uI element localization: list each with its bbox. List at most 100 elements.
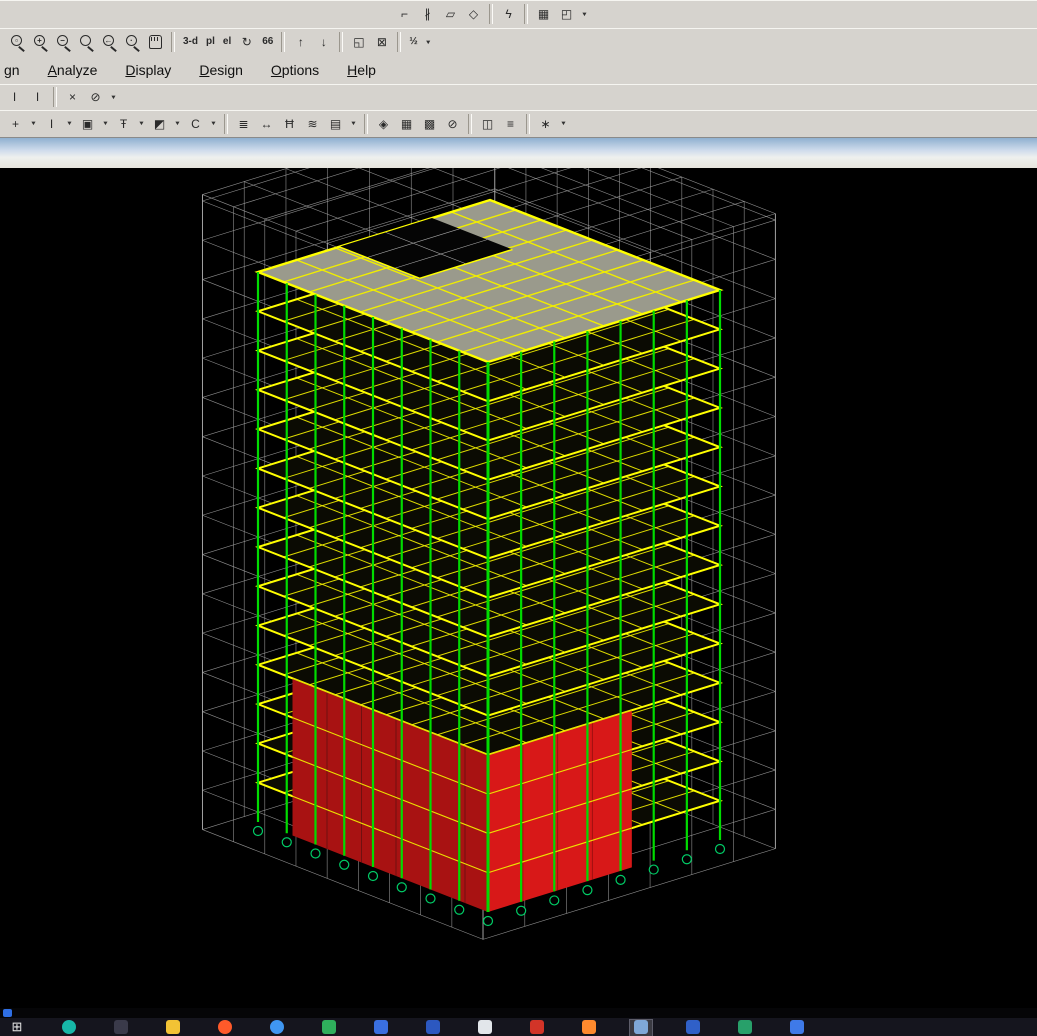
rotate-view-icon[interactable]: ↻ xyxy=(236,32,257,53)
taskbar-icon-firefox[interactable] xyxy=(214,1020,236,1036)
menu-item-display[interactable]: Display xyxy=(123,60,173,80)
auto-mesh-icon[interactable]: ▦ xyxy=(396,113,417,134)
draw-polyline-icon[interactable]: ⌐ xyxy=(394,4,415,25)
line-load-dropdown[interactable] xyxy=(208,113,219,134)
object-view-options-icon[interactable]: ⊠ xyxy=(371,32,392,53)
taskbar-icon-teal-app[interactable] xyxy=(58,1020,80,1036)
toolbar-separator[interactable] xyxy=(224,114,228,134)
zoom-extents-icon[interactable] xyxy=(76,32,97,53)
zoom-out-icon[interactable]: − xyxy=(53,32,74,53)
etabs-application-window: ⌐ ∦ ▱ ◇ ϟ ▦ ◰ ▫ + − xyxy=(0,0,1037,1036)
taskbar-icon-word[interactable] xyxy=(370,1020,392,1036)
frame-assign-icon[interactable]: I xyxy=(41,113,62,134)
load-pattern-dropdown[interactable] xyxy=(348,113,359,134)
delete-special-icon[interactable]: ⊘ xyxy=(85,87,106,108)
fraction-display-icon[interactable]: ½ xyxy=(406,32,420,53)
zoom-previous-icon[interactable]: ← xyxy=(99,32,120,53)
taskbar-icon-dark-app[interactable] xyxy=(110,1020,132,1036)
toolbar-separator[interactable] xyxy=(397,32,401,52)
draw-slab-icon[interactable]: ▦ xyxy=(533,4,554,25)
draw-wall-icon[interactable]: ◰ xyxy=(556,4,577,25)
view-more-dropdown[interactable] xyxy=(423,32,434,53)
view-3d-icon[interactable]: 3-d xyxy=(180,32,201,53)
frame-section-icon[interactable]: I xyxy=(4,87,25,108)
toolbar-edit: I I × ⊘ xyxy=(0,84,1037,111)
edit-more-dropdown[interactable] xyxy=(108,87,119,108)
menu-item-analyze[interactable]: Analyze xyxy=(46,60,100,80)
snap-options-icon[interactable]: ∗ xyxy=(535,113,556,134)
status-icon[interactable] xyxy=(3,1009,12,1017)
taskbar-icon-light-app[interactable] xyxy=(474,1020,496,1036)
joint-assign-dropdown[interactable] xyxy=(28,113,39,134)
shell-assign-dropdown[interactable] xyxy=(100,113,111,134)
zoom-selection-icon[interactable]: · xyxy=(122,32,143,53)
taskbar-icon-browser[interactable] xyxy=(266,1020,288,1036)
toolbar-assign: + I ▣ Ŧ ◩ C ≣ ↔ xyxy=(0,110,1037,138)
zoom-in-icon[interactable]: + xyxy=(30,32,51,53)
tendon-assign-dropdown[interactable] xyxy=(136,113,147,134)
taskbar-icon-red-app[interactable] xyxy=(526,1020,548,1036)
tendon-assign-icon[interactable]: Ŧ xyxy=(113,113,134,134)
move-up-story-icon[interactable]: ↑ xyxy=(290,32,311,53)
plan-view-icon[interactable]: pl xyxy=(203,32,218,53)
taskbar-icon-blue-app[interactable] xyxy=(422,1020,444,1036)
frame-assign-dropdown[interactable] xyxy=(64,113,75,134)
toolbar-separator[interactable] xyxy=(526,114,530,134)
move-down-story-icon[interactable]: ↓ xyxy=(313,32,334,53)
menu-item-assign-partial[interactable]: gn xyxy=(2,60,22,80)
toolbar-separator[interactable] xyxy=(171,32,175,52)
taskbar-icon-active-app[interactable] xyxy=(630,1020,652,1036)
clear-mesh-icon[interactable]: ⊘ xyxy=(442,113,463,134)
delete-icon[interactable]: × xyxy=(62,87,83,108)
zoom-window-icon[interactable]: ▫ xyxy=(7,32,28,53)
windows-taskbar: ⊞ xyxy=(0,1018,1037,1036)
draw-more-dropdown[interactable] xyxy=(579,4,590,25)
snap-dropdown[interactable] xyxy=(558,113,569,134)
menu-item-help[interactable]: Help xyxy=(345,60,378,80)
taskbar-icon-file-explorer[interactable] xyxy=(162,1020,184,1036)
child-window-title-strip[interactable] xyxy=(0,137,1037,169)
taskbar-icon-orange-app[interactable] xyxy=(578,1020,600,1036)
shell-assign-icon[interactable]: ▣ xyxy=(77,113,98,134)
start-button[interactable]: ⊞ xyxy=(6,1020,28,1036)
toolbar-separator[interactable] xyxy=(524,4,528,24)
building-model-3d-view[interactable] xyxy=(0,168,1037,1008)
quick-draw-icon[interactable]: ϟ xyxy=(498,4,519,25)
area-load-dropdown[interactable] xyxy=(172,113,183,134)
model-viewport-3d[interactable] xyxy=(0,168,1037,1008)
end-offsets-icon[interactable]: Ħ xyxy=(279,113,300,134)
load-pattern-icon[interactable]: ▤ xyxy=(325,113,346,134)
toolbar-separator[interactable] xyxy=(53,87,57,107)
mesh-options-icon[interactable]: ◈ xyxy=(373,113,394,134)
shrink-objects-icon[interactable]: ◱ xyxy=(348,32,369,53)
perspective-toggle-icon[interactable]: 66 xyxy=(259,32,276,53)
toolbar-draw: ⌐ ∦ ▱ ◇ ϟ ▦ ◰ xyxy=(0,0,1037,29)
wall-section-icon[interactable]: I xyxy=(27,87,48,108)
local-axes-icon[interactable]: ≋ xyxy=(302,113,323,134)
menu-item-options[interactable]: Options xyxy=(269,60,321,80)
toolbar-separator[interactable] xyxy=(339,32,343,52)
taskbar-icon-excel[interactable] xyxy=(318,1020,340,1036)
draw-frame-icon[interactable]: ∦ xyxy=(417,4,438,25)
joint-assign-icon[interactable]: + xyxy=(5,113,26,134)
toolbar-view: ▫ + − ← · 3-d pl el ↻ 66 ↑ xyxy=(0,28,1037,57)
diaphragm-icon[interactable]: ≣ xyxy=(233,113,254,134)
taskbar-icon-green-app[interactable] xyxy=(734,1020,756,1036)
line-load-icon[interactable]: C xyxy=(185,113,206,134)
draw-area-icon[interactable]: ◇ xyxy=(463,4,484,25)
toolbar-separator[interactable] xyxy=(281,32,285,52)
draw-quad-icon[interactable]: ▱ xyxy=(440,4,461,25)
releases-icon[interactable]: ↔ xyxy=(256,113,277,134)
toolbar-separator[interactable] xyxy=(468,114,472,134)
area-load-icon[interactable]: ◩ xyxy=(149,113,170,134)
elevation-view-icon[interactable]: el xyxy=(220,32,234,53)
toolbar-separator[interactable] xyxy=(364,114,368,134)
show-lines-icon[interactable]: ≡ xyxy=(500,113,521,134)
divide-areas-icon[interactable]: ▩ xyxy=(419,113,440,134)
taskbar-icon-doc-app[interactable] xyxy=(682,1020,704,1036)
menu-item-design[interactable]: Design xyxy=(197,60,245,80)
pan-icon[interactable] xyxy=(145,32,166,53)
toolbar-separator[interactable] xyxy=(489,4,493,24)
taskbar-icon-blue-app-2[interactable] xyxy=(786,1020,808,1036)
show-grid-icon[interactable]: ◫ xyxy=(477,113,498,134)
